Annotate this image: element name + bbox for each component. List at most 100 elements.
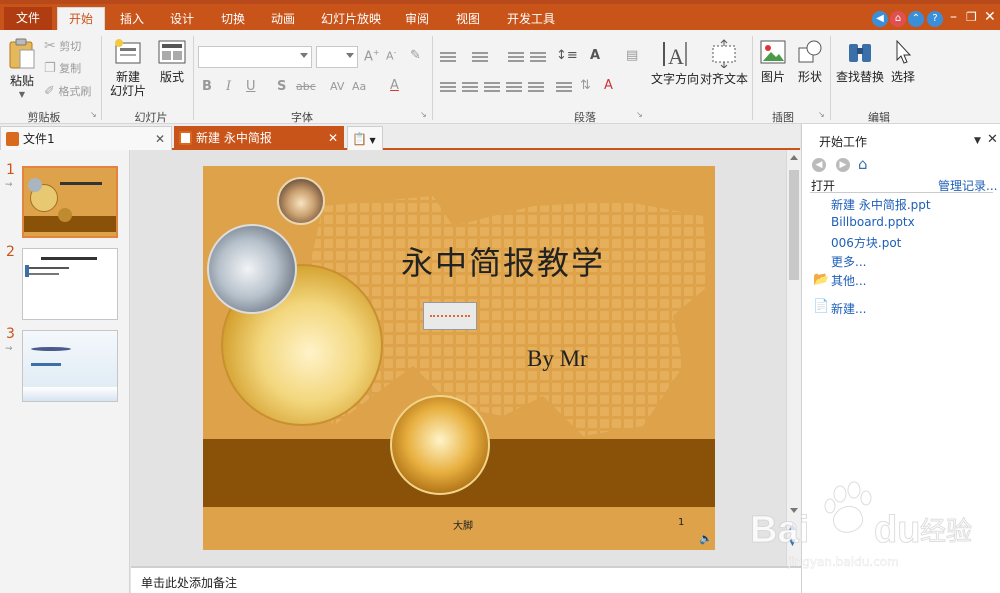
- new-document-button[interactable]: 📋 ▼: [347, 126, 383, 150]
- shape-label: 形状: [797, 70, 822, 84]
- more-files-link[interactable]: 更多...: [831, 253, 866, 270]
- text-direction-label: 文字方向: [650, 72, 699, 86]
- back-icon[interactable]: ◀: [872, 11, 888, 27]
- new-file-link[interactable]: 新建...: [831, 300, 866, 317]
- strikethrough-button[interactable]: abc: [296, 80, 316, 93]
- paragraph-launcher-icon[interactable]: ↘: [636, 110, 643, 119]
- handshake-image-gold: [390, 395, 490, 495]
- text-direction-button[interactable]: A 文字方向: [650, 38, 700, 86]
- font-launcher-icon[interactable]: ↘: [420, 110, 427, 119]
- new-slide-label-2: 幻灯片: [109, 84, 146, 98]
- collapse-ribbon-icon[interactable]: ⌃: [908, 11, 924, 27]
- layout-button[interactable]: 版式: [154, 38, 190, 84]
- illustrations-launcher-icon[interactable]: ↘: [818, 110, 825, 119]
- italic-button[interactable]: I: [226, 79, 231, 94]
- paste-button[interactable]: 粘贴 ▼: [6, 38, 38, 102]
- font-size-select[interactable]: [316, 46, 358, 68]
- tab-insert[interactable]: 插入: [112, 9, 152, 30]
- line-spacing-icon[interactable]: ↕≡: [556, 48, 578, 63]
- close-icon[interactable]: ✕: [984, 9, 996, 25]
- recent-file-link[interactable]: Billboard.pptx: [831, 215, 915, 229]
- slide-thumbnail-3[interactable]: [22, 330, 118, 402]
- bullets-icon[interactable]: [440, 52, 456, 64]
- tab-review[interactable]: 审阅: [397, 9, 437, 30]
- close-icon[interactable]: ✕: [328, 126, 338, 150]
- tab-slideshow[interactable]: 幻灯片放映: [316, 9, 386, 30]
- picture-button[interactable]: 图片: [758, 38, 788, 84]
- slide-canvas[interactable]: 永中简报教学 By Mr 大脚 1 🔈: [203, 166, 715, 550]
- distribute-icon[interactable]: [528, 82, 544, 94]
- group-label-font: 字体: [291, 111, 313, 124]
- text-direction-small-icon[interactable]: ⇅: [580, 78, 591, 93]
- increase-indent-icon[interactable]: [530, 52, 546, 64]
- clear-format-icon[interactable]: ✎: [410, 48, 421, 63]
- forward-icon[interactable]: ▶: [836, 158, 850, 172]
- doc-tab-file1[interactable]: 文件1 ✕: [0, 126, 172, 150]
- underline-button[interactable]: U: [246, 79, 256, 94]
- align-text-label: 对齐文本: [700, 72, 749, 86]
- shape-button[interactable]: 形状: [795, 38, 825, 84]
- recent-file-link[interactable]: 006方块.pot: [831, 234, 901, 251]
- slide-thumbnail-1[interactable]: [22, 166, 118, 238]
- home-icon[interactable]: ⌂: [890, 11, 906, 27]
- slide-number: 1: [6, 162, 15, 178]
- slide-footer[interactable]: 大脚: [453, 517, 473, 532]
- presentation-icon: [6, 132, 19, 146]
- paragraph-settings-icon[interactable]: ▤: [626, 48, 638, 63]
- tab-file[interactable]: 文件: [4, 7, 52, 30]
- task-pane-close-icon[interactable]: ✕: [987, 132, 998, 147]
- text-placeholder[interactable]: [423, 302, 477, 330]
- cut-button[interactable]: ✂ 剪切: [44, 37, 81, 55]
- copy-button[interactable]: ❐ 复制: [44, 60, 81, 78]
- restore-icon[interactable]: ❐: [966, 9, 977, 25]
- numbering-icon[interactable]: [472, 52, 488, 64]
- notes-pane[interactable]: 单击此处添加备注: [131, 566, 801, 593]
- tab-transitions[interactable]: 切换: [213, 9, 253, 30]
- slide-subtitle[interactable]: By Mr: [527, 346, 588, 372]
- justify-icon[interactable]: [506, 82, 522, 94]
- minimize-icon[interactable]: –: [950, 9, 957, 25]
- decrease-indent-icon[interactable]: [508, 52, 524, 64]
- grow-font-icon[interactable]: A+: [364, 48, 380, 64]
- home-icon[interactable]: ⌂: [858, 155, 868, 173]
- scrollbar-thumb[interactable]: [789, 170, 799, 280]
- back-icon[interactable]: ◀: [812, 158, 826, 172]
- text-effects-icon[interactable]: A: [590, 48, 600, 63]
- scroll-up-icon[interactable]: [790, 155, 798, 160]
- align-right-icon[interactable]: [484, 82, 500, 94]
- change-case-button[interactable]: Aa: [352, 80, 366, 93]
- font-name-select[interactable]: [198, 46, 312, 68]
- align-center-icon[interactable]: [462, 82, 478, 94]
- recent-file-link[interactable]: 新建 永中简报.ppt: [831, 196, 931, 213]
- bold-button[interactable]: B: [202, 79, 212, 94]
- align-left-icon[interactable]: [440, 82, 456, 94]
- char-spacing-button[interactable]: AV: [330, 80, 344, 93]
- clear-text-icon[interactable]: A: [604, 78, 613, 93]
- slide-thumbnail-2[interactable]: [22, 248, 118, 320]
- tab-view[interactable]: 视图: [448, 9, 488, 30]
- close-icon[interactable]: ✕: [155, 127, 165, 151]
- help-icon[interactable]: ?: [927, 11, 943, 27]
- doc-tab-new[interactable]: 新建 永中简报 ✕: [174, 126, 344, 150]
- task-pane-menu-icon[interactable]: ▼: [974, 136, 981, 146]
- font-color-button[interactable]: A: [390, 78, 399, 93]
- slide-title[interactable]: 永中简报教学: [401, 238, 605, 284]
- shrink-font-icon[interactable]: A-: [386, 48, 396, 63]
- find-replace-button[interactable]: 查找替换: [836, 38, 884, 84]
- new-slide-button[interactable]: 新建 幻灯片: [108, 38, 148, 98]
- tab-home[interactable]: 开始: [57, 7, 105, 30]
- baidu-logo: Bai du 经验 jingyan.baidu.com: [750, 481, 973, 569]
- slide-number: 3: [6, 326, 15, 342]
- open-other-link[interactable]: 其他...: [831, 272, 866, 289]
- tab-developer[interactable]: 开发工具: [500, 9, 562, 30]
- align-text-button[interactable]: 对齐文本: [700, 38, 748, 86]
- format-painter-button[interactable]: ✐ 格式刷: [44, 83, 91, 101]
- tab-animations[interactable]: 动画: [263, 9, 303, 30]
- slide-number-footer[interactable]: 1: [678, 517, 684, 528]
- clipboard-launcher-icon[interactable]: ↘: [90, 110, 97, 119]
- speaker-icon[interactable]: 🔈: [699, 532, 713, 545]
- columns-icon[interactable]: [556, 82, 572, 94]
- tab-design[interactable]: 设计: [162, 9, 202, 30]
- shadow-button[interactable]: S: [277, 79, 286, 94]
- select-button[interactable]: 选择: [888, 38, 918, 84]
